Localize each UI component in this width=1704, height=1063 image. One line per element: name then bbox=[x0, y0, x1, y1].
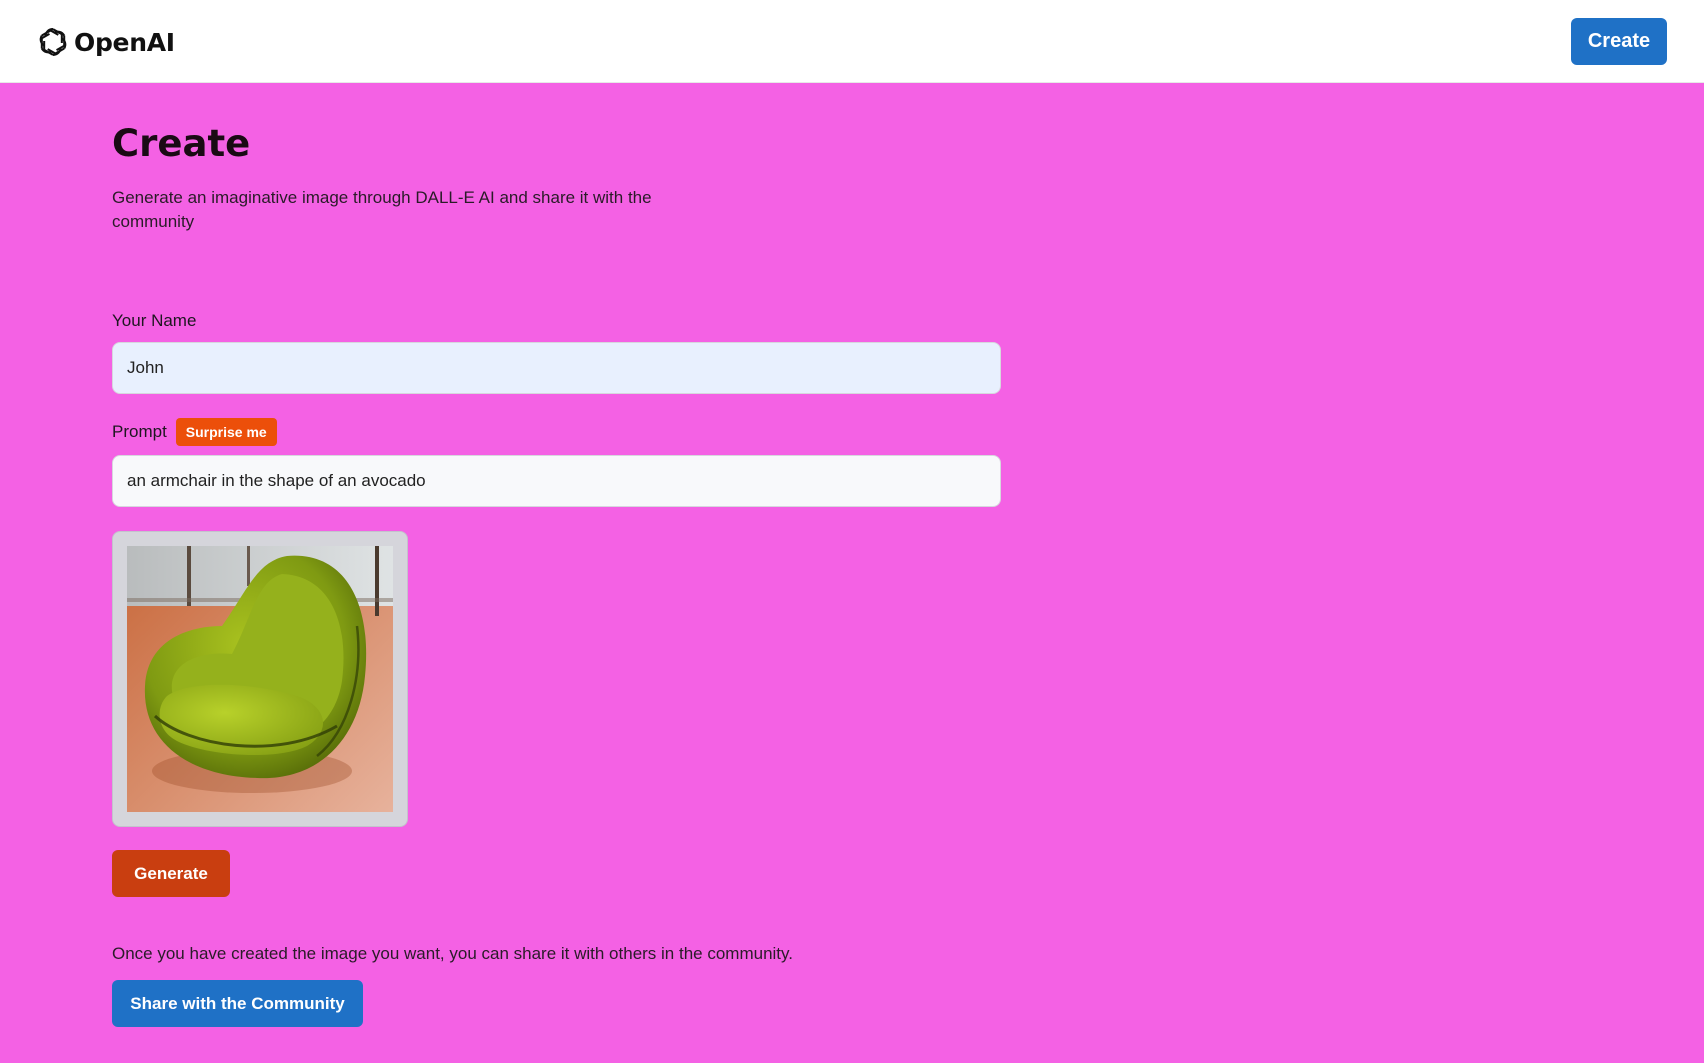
prompt-label: Prompt bbox=[112, 422, 167, 441]
page-description: Generate an imaginative image through DA… bbox=[112, 188, 652, 231]
home-logo-link[interactable]: OpenAI bbox=[36, 24, 175, 60]
share-note: Once you have created the image you want… bbox=[112, 944, 793, 963]
name-label: Your Name bbox=[112, 311, 197, 330]
share-community-button[interactable]: Share with the Community bbox=[112, 980, 363, 1027]
name-input[interactable] bbox=[112, 342, 1001, 394]
logo-text: OpenAI bbox=[74, 27, 175, 57]
generated-image bbox=[127, 546, 393, 812]
prompt-input[interactable] bbox=[112, 455, 1001, 507]
create-nav-button[interactable]: Create bbox=[1571, 18, 1667, 65]
page-title: Create bbox=[112, 122, 251, 165]
prompt-label-row: Prompt Surprise me bbox=[112, 418, 277, 446]
generate-button[interactable]: Generate bbox=[112, 850, 230, 897]
top-nav: OpenAI Create bbox=[0, 0, 1704, 83]
surprise-me-button[interactable]: Surprise me bbox=[175, 418, 277, 446]
openai-logo-icon bbox=[39, 28, 67, 56]
generated-image-frame bbox=[112, 531, 408, 827]
